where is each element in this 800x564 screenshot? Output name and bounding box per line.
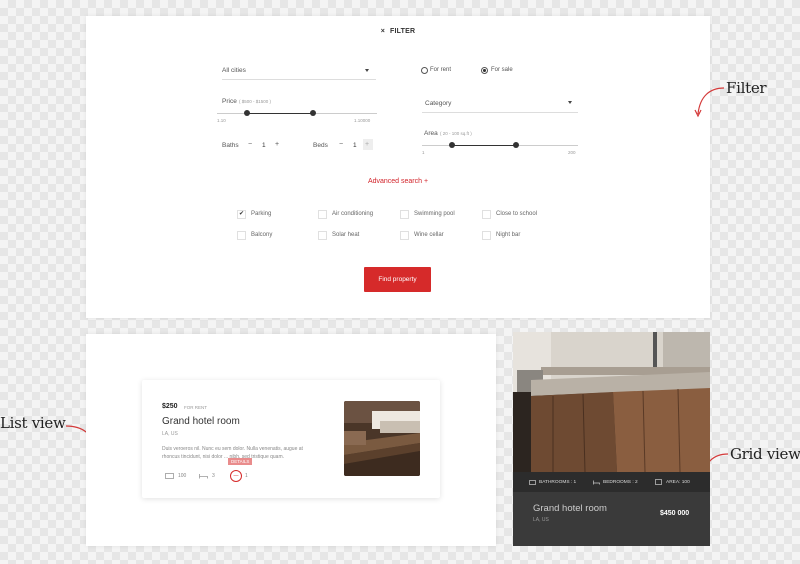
checkbox-label: Air conditioning — [332, 211, 374, 217]
price-track-active — [247, 112, 313, 114]
radio-for-rent[interactable] — [421, 67, 428, 74]
checkbox-label: Night bar — [496, 232, 521, 238]
price-min-value: 1.10 — [217, 118, 226, 123]
checkbox-label: Wine cellar — [414, 232, 444, 238]
grid-card-price: $450 000 — [660, 510, 690, 517]
bed-icon — [199, 474, 208, 479]
area-range: ( 20 - 100 sq.ft ) — [440, 131, 472, 136]
radio-for-sale[interactable] — [481, 67, 488, 74]
baths-label: Baths — [222, 142, 239, 149]
filter-panel: × FILTER All cities For rent For sale Cat… — [86, 16, 710, 318]
checkbox-parking[interactable]: ✔ — [237, 210, 246, 219]
checkbox-label: Close to school — [496, 211, 538, 217]
bathrooms-count: BATHROOMS : 1 — [539, 480, 577, 485]
annotation-list-view: List view — [0, 414, 66, 432]
city-select-value[interactable]: All cities — [222, 67, 246, 74]
arrow-icon — [694, 87, 725, 118]
area-min-value: 1 — [422, 150, 425, 155]
beds-minus-button[interactable]: − — [339, 141, 343, 148]
checkbox-swimming-pool[interactable] — [400, 210, 409, 219]
grid-view-panel[interactable]: BATHROOMS : 1 BEDROOMS : 2 AREA: 100 Gra… — [513, 332, 710, 546]
card-status: FOR RENT — [184, 405, 207, 410]
checkbox-air-conditioning[interactable] — [318, 210, 327, 219]
area-label: Area — [424, 130, 438, 137]
beds-label: Beds — [313, 142, 328, 149]
city-select-underline — [222, 79, 376, 80]
advanced-search-link[interactable]: Advanced search + — [86, 178, 710, 185]
radio-for-sale-label: For sale — [491, 67, 513, 73]
checkbox-balcony[interactable] — [237, 231, 246, 240]
list-view-panel: $250 FOR RENT Grand hotel room LA, US Du… — [86, 334, 496, 546]
beds-plus-label: + — [365, 141, 370, 148]
bath-icon[interactable]: — — [230, 470, 242, 482]
stats-bar: BATHROOMS : 1 BEDROOMS : 2 AREA: 100 — [513, 472, 710, 492]
checkbox-label: Swimming pool — [414, 211, 455, 217]
category-select-value[interactable]: Category — [425, 100, 451, 107]
baths-plus-button[interactable]: + — [275, 141, 279, 148]
price-max-handle[interactable] — [310, 110, 316, 116]
bath-icon — [529, 480, 536, 485]
card-area: 100 — [178, 473, 187, 479]
checkbox-night-bar[interactable] — [482, 231, 491, 240]
card-title[interactable]: Grand hotel room — [162, 416, 240, 427]
beds-value: 1 — [353, 142, 357, 149]
bedrooms-count: BEDROOMS : 2 — [603, 480, 638, 485]
area-max-handle[interactable] — [513, 142, 519, 148]
bed-icon — [593, 480, 600, 485]
card-beds: 3 — [212, 473, 215, 479]
annotation-grid-view: Grid view — [730, 445, 800, 463]
area-icon — [165, 473, 174, 479]
checkbox-label: Balcony — [251, 232, 273, 238]
checkbox-wine-cellar[interactable] — [400, 231, 409, 240]
checkbox-solar-heat[interactable] — [318, 231, 327, 240]
area-value: AREA: 100 — [666, 480, 690, 485]
details-tag[interactable]: DETAILS — [228, 458, 253, 465]
close-icon[interactable]: × — [381, 28, 385, 35]
grid-card-location: LA, US — [533, 517, 549, 523]
radio-for-rent-label: For rent — [430, 67, 452, 73]
grid-card-title[interactable]: Grand hotel room — [533, 503, 607, 514]
card-price: $250 — [162, 403, 178, 410]
checkbox-close-to-school[interactable] — [482, 210, 491, 219]
find-property-button[interactable]: Find property — [364, 267, 431, 292]
checkbox-label: Parking — [251, 211, 272, 217]
price-max-value: 1.10000 — [354, 118, 371, 123]
price-range: ( $500 - $1500 ) — [239, 99, 272, 104]
filter-header: × FILTER — [86, 28, 710, 35]
chevron-down-icon[interactable] — [365, 69, 369, 72]
area-icon — [655, 479, 662, 485]
area-max-value: 200 — [568, 150, 576, 155]
property-card[interactable]: $250 FOR RENT Grand hotel room LA, US Du… — [142, 380, 440, 498]
card-baths: 1 — [245, 473, 248, 479]
checkbox-label: Solar heat — [332, 232, 360, 238]
baths-minus-button[interactable]: − — [248, 141, 252, 148]
baths-value: 1 — [262, 142, 266, 149]
property-photo[interactable] — [344, 401, 420, 476]
card-location: LA, US — [162, 431, 178, 437]
annotation-filter: Filter — [726, 79, 767, 97]
area-min-handle[interactable] — [449, 142, 455, 148]
price-min-handle[interactable] — [244, 110, 250, 116]
price-label: Price — [222, 98, 237, 105]
category-select-underline — [422, 112, 578, 113]
filter-title: FILTER — [390, 28, 416, 35]
chevron-down-icon[interactable] — [568, 101, 572, 104]
area-track-active — [452, 144, 516, 146]
property-photo[interactable] — [513, 332, 710, 472]
